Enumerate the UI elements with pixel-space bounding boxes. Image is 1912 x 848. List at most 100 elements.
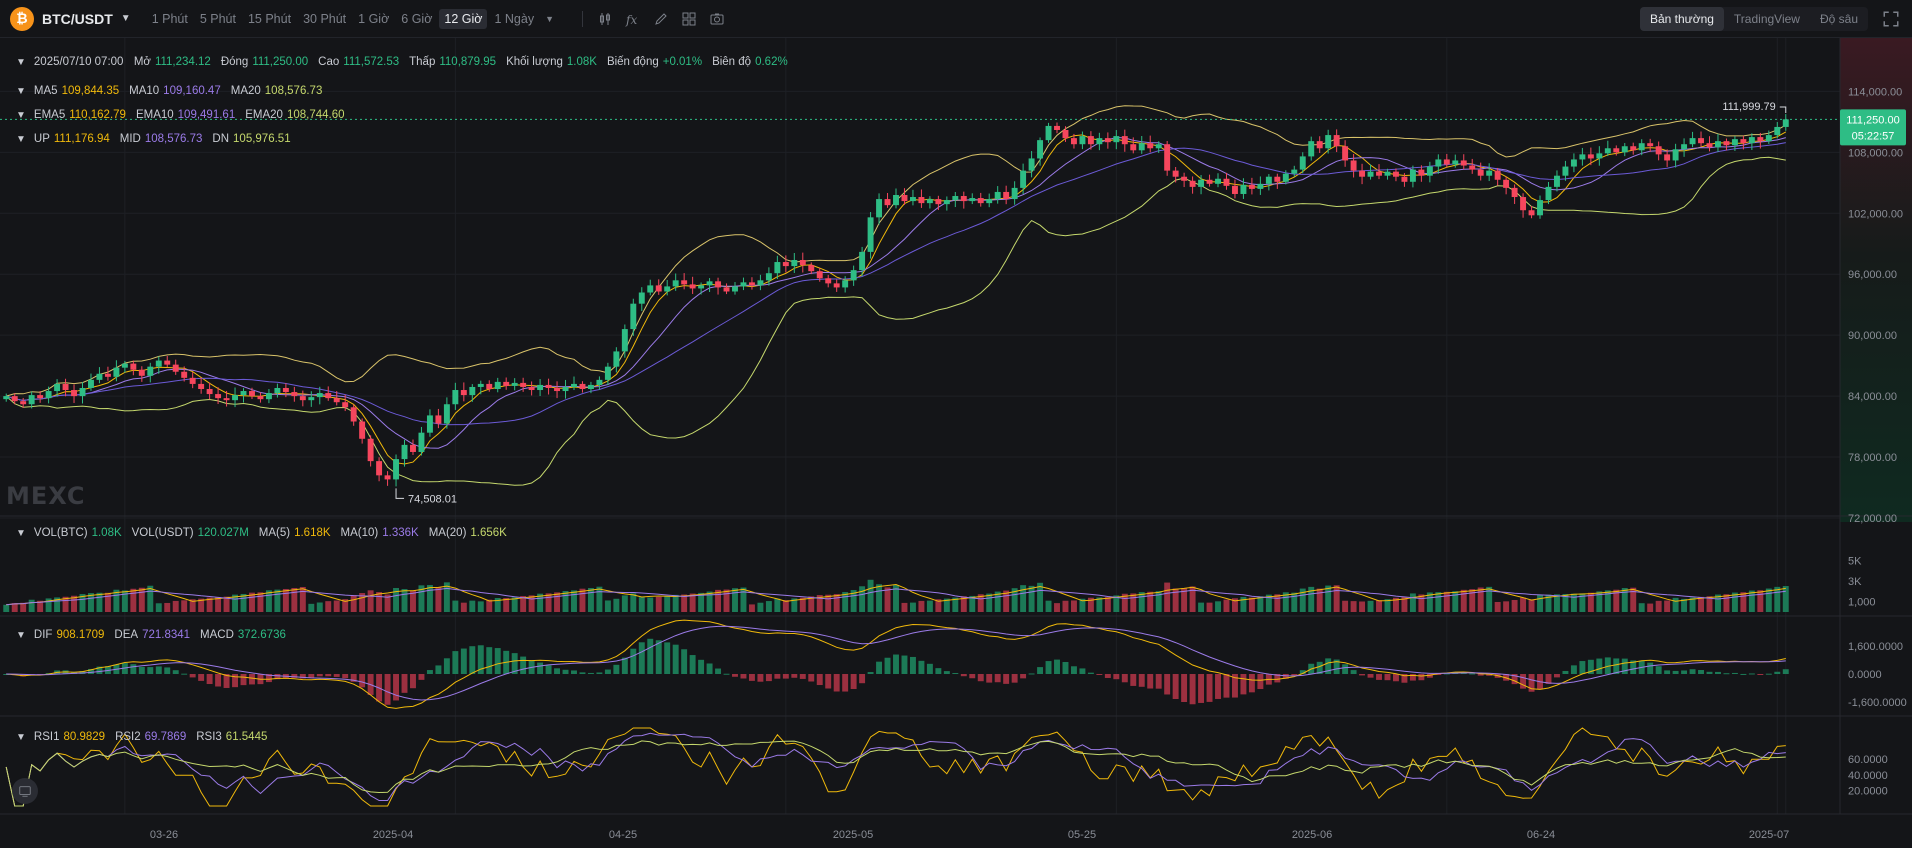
ema-legend: ▼ EMA5 110,162.79 EMA10 109,491.61 EMA20 10…	[16, 109, 355, 121]
collapse-chevron-icon[interactable]: ▼	[16, 630, 26, 641]
indicator-fx-icon[interactable]: fx	[619, 5, 647, 33]
candle-body	[1028, 158, 1035, 171]
interval-tab[interactable]: 1 Ngày	[489, 9, 539, 29]
candle-body	[426, 415, 433, 433]
collapse-chevron-icon[interactable]: ▼	[16, 134, 26, 145]
draw-pencil-icon[interactable]	[647, 5, 675, 33]
ema20-value: 108,744.60	[286, 109, 345, 121]
camera-icon[interactable]	[703, 5, 731, 33]
volume-bar	[1774, 586, 1781, 612]
interval-more-chevron-icon[interactable]: ▼	[545, 14, 554, 24]
macd-histogram-bar	[587, 672, 594, 674]
candle-body	[969, 198, 976, 202]
collapse-chevron-icon[interactable]: ▼	[16, 57, 26, 68]
candle-body	[579, 383, 586, 390]
candle-body	[562, 386, 569, 392]
candle-body	[1062, 129, 1069, 139]
interval-tab[interactable]: 1 Giờ	[353, 9, 394, 29]
interval-tab[interactable]: 6 Giờ	[396, 9, 437, 29]
candle-body	[1418, 169, 1425, 176]
view-tab[interactable]: Độ sâu	[1810, 7, 1868, 31]
high-marker-label: 111,999.79	[1722, 101, 1775, 113]
pair-selector[interactable]: BTC/USDT	[42, 11, 113, 27]
boll-dn-value: 105,976.51	[233, 133, 291, 145]
macd-histogram-bar	[1359, 674, 1366, 676]
collapse-chevron-icon[interactable]: ▼	[16, 528, 26, 539]
boll-dn-label: DN	[212, 133, 230, 145]
candle-body	[282, 387, 289, 393]
macd-histogram-bar	[893, 654, 899, 674]
interval-tab[interactable]: 30 Phút	[298, 9, 351, 29]
candle-body	[325, 393, 332, 399]
candle-body	[1562, 166, 1569, 176]
candle-body	[554, 387, 561, 392]
candle-body	[943, 200, 950, 205]
candle-body	[825, 278, 832, 284]
volume-bar	[96, 592, 103, 612]
interval-tab[interactable]: 5 Phút	[195, 9, 241, 29]
volume-bar	[1376, 600, 1382, 612]
candle-body	[418, 432, 425, 452]
macd-histogram-bar	[1664, 670, 1671, 674]
macd-histogram-bar	[206, 674, 213, 685]
candle-body	[867, 217, 874, 252]
volume-bar	[1350, 601, 1357, 612]
macd-histogram-bar	[732, 674, 738, 677]
candle-body	[249, 391, 255, 397]
candle-type-icon[interactable]	[591, 5, 619, 33]
date-tick-label: 06-24	[1527, 829, 1555, 841]
collapse-chevron-icon[interactable]: ▼	[16, 110, 26, 121]
settings-icon[interactable]	[12, 778, 38, 804]
volume-bar	[1198, 602, 1205, 612]
macd-histogram-bar	[554, 668, 561, 674]
price-tick-label: 96,000.00	[1848, 269, 1897, 281]
layout-grid-icon[interactable]	[675, 5, 703, 33]
chevron-down-icon[interactable]: ▼	[121, 13, 131, 24]
candle-body	[765, 273, 772, 281]
ma-legend: ▼ MA5 109,844.35 MA10 109,160.47 MA20 108,5…	[16, 85, 332, 97]
vol-usdt-value: 120.027M	[197, 527, 249, 539]
candle-body	[977, 198, 984, 204]
collapse-chevron-icon[interactable]: ▼	[16, 732, 26, 743]
view-tab[interactable]: Bản thường	[1639, 7, 1724, 31]
fullscreen-icon[interactable]	[1882, 10, 1900, 28]
macd-histogram-bar	[655, 640, 662, 674]
macd-tick-label: -1,600.0000	[1848, 697, 1907, 709]
volume-bar	[1698, 596, 1704, 612]
macd-histogram-bar	[977, 674, 984, 682]
view-tab[interactable]: TradingView	[1724, 7, 1810, 31]
candle-body	[54, 383, 61, 392]
volume-bar	[1748, 590, 1755, 612]
ma5-value: 109,844.35	[61, 85, 120, 97]
volume-bar	[350, 595, 357, 612]
interval-tab[interactable]: 1 Phút	[147, 9, 193, 29]
candle-body	[1367, 171, 1374, 177]
rsi-tick-label: 60.0000	[1848, 754, 1888, 766]
interval-tab[interactable]: 15 Phút	[243, 9, 296, 29]
volume-bar	[452, 600, 459, 612]
interval-tab[interactable]: 12 Giờ	[439, 8, 488, 29]
rsi1-label: RSI1	[33, 731, 60, 743]
volume-bar	[172, 600, 179, 612]
macd-histogram-bar	[926, 663, 933, 674]
collapse-chevron-icon[interactable]: ▼	[16, 86, 26, 97]
macd-histogram-bar	[638, 642, 645, 674]
candle-body	[1011, 187, 1018, 200]
macd-histogram-bar	[147, 667, 154, 674]
candle-body	[1113, 136, 1120, 143]
macd-histogram-bar	[249, 674, 255, 685]
rsi2-label: RSI2	[115, 731, 141, 743]
macd-histogram-bar	[859, 674, 866, 684]
volume-bar	[1215, 601, 1221, 612]
macd-histogram-bar	[181, 673, 188, 675]
high-label: Cao	[318, 56, 340, 68]
candlestick-chart[interactable]: 111,250.00 05:22:57 114,000.00 108,000.00 10…	[0, 38, 1912, 848]
macd-histogram-bar	[1087, 672, 1094, 674]
volume-bar	[723, 589, 730, 612]
candle-body	[1138, 143, 1145, 151]
boll-upper-line	[6, 105, 1787, 397]
candle-body	[520, 382, 527, 387]
macd-histogram-bar	[706, 663, 713, 674]
volume-bar	[1409, 593, 1416, 612]
candle-body	[596, 379, 603, 385]
